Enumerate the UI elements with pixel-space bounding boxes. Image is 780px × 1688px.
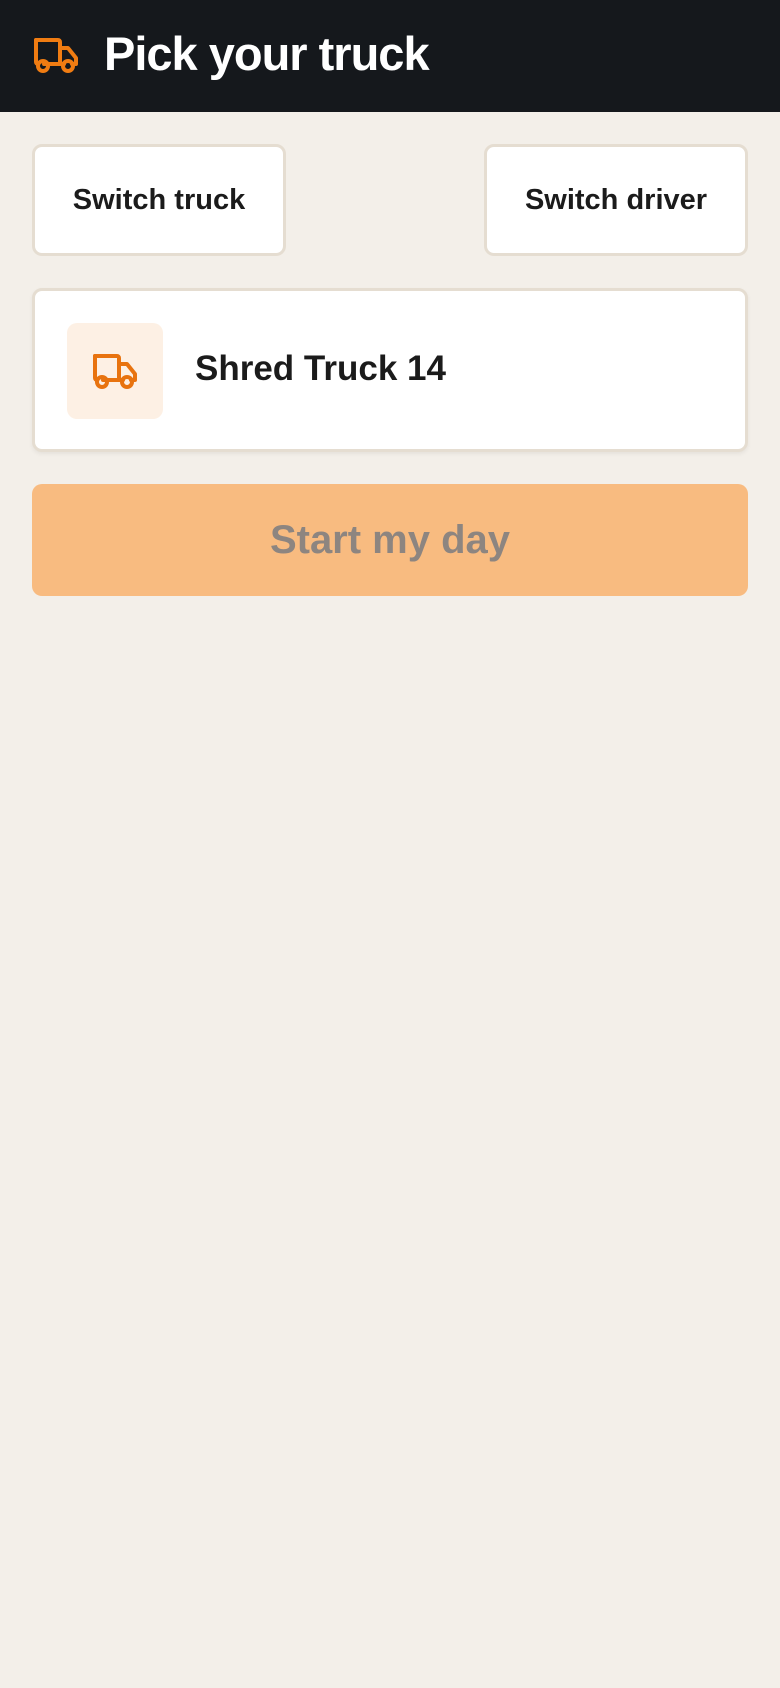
truck-icon-tile <box>67 323 163 419</box>
truck-icon <box>93 354 137 389</box>
start-my-day-button[interactable]: Start my day <box>32 484 748 596</box>
truck-name: Shred Truck 14 <box>195 349 446 388</box>
switch-driver-button[interactable]: Switch driver <box>484 144 748 256</box>
page-title: Pick your truck <box>104 27 430 80</box>
truck-icon <box>32 34 80 76</box>
app-header: Pick your truck <box>0 0 780 112</box>
selected-truck-card[interactable]: Shred Truck 14 <box>32 288 748 452</box>
switch-truck-button[interactable]: Switch truck <box>32 144 286 256</box>
